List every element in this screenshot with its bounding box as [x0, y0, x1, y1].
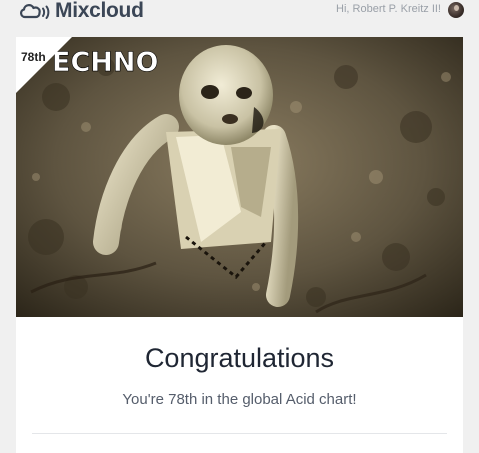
mixcloud-cloud-icon — [20, 4, 50, 19]
rank-badge: 78th — [21, 50, 46, 64]
mixcloud-logo[interactable]: Mixcloud — [18, 0, 144, 22]
chart-position-message: You're 78th in the global Acid chart! — [122, 391, 357, 408]
rank-corner — [16, 37, 72, 93]
cover-art-image: ECHNO 78th — [16, 37, 463, 317]
brand-name: Mixcloud — [55, 0, 144, 22]
chart-achievement-card: ECHNO 78th Congratulations You're 78th i… — [16, 37, 463, 453]
user-greeting[interactable]: Hi, Robert P. Kreitz II! — [336, 3, 441, 15]
divider — [32, 433, 447, 434]
avatar[interactable] — [448, 2, 464, 18]
congratulations-title: Congratulations — [144, 343, 335, 373]
top-bar: Mixcloud Hi, Robert P. Kreitz II! — [0, 0, 479, 26]
